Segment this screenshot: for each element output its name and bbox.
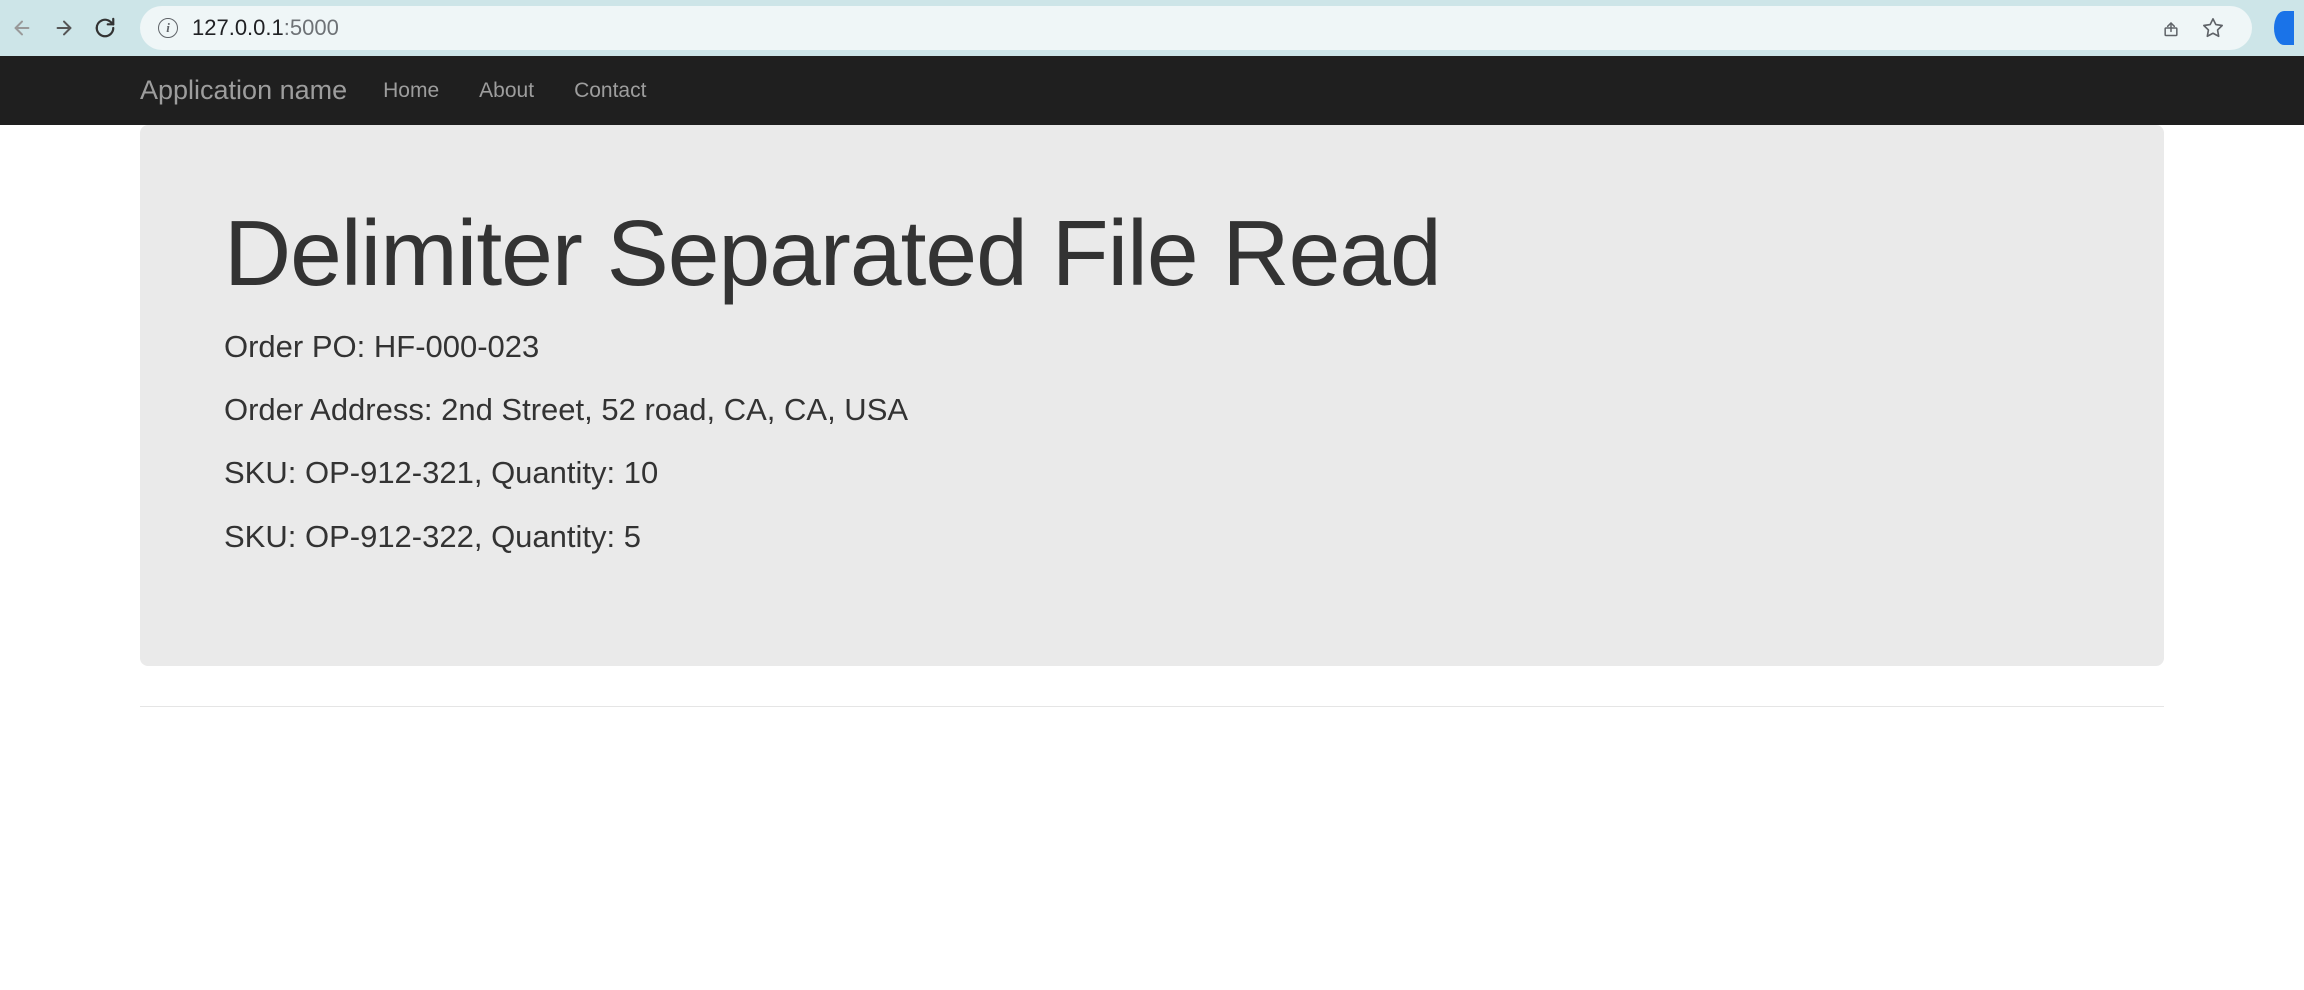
jumbotron: Delimiter Separated File Read Order PO: … <box>140 125 2164 666</box>
share-icon <box>2161 18 2181 38</box>
address-bar-actions <box>2158 17 2234 39</box>
browser-toolbar: i 127.0.0.1:5000 <box>0 0 2304 56</box>
profile-avatar[interactable] <box>2274 11 2294 45</box>
star-icon <box>2202 17 2224 39</box>
main-navbar: Application name Home About Contact <box>0 56 2304 125</box>
sku-line-2: SKU: OP-912-322, Quantity: 5 <box>224 515 2080 558</box>
reload-icon <box>94 17 116 39</box>
nav-link-about[interactable]: About <box>479 79 534 103</box>
reload-button[interactable] <box>94 17 116 39</box>
url-port: :5000 <box>284 15 339 40</box>
url-host: 127.0.0.1 <box>192 15 284 40</box>
url-display: 127.0.0.1:5000 <box>192 15 339 41</box>
nav-links: Home About Contact <box>383 79 646 103</box>
share-button[interactable] <box>2160 17 2182 39</box>
site-info-icon[interactable]: i <box>158 18 178 38</box>
forward-button[interactable] <box>52 16 76 40</box>
order-po-line: Order PO: HF-000-023 <box>224 325 2080 368</box>
order-address-line: Order Address: 2nd Street, 52 road, CA, … <box>224 388 2080 431</box>
section-divider <box>140 706 2164 707</box>
content-wrapper: Delimiter Separated File Read Order PO: … <box>0 125 2304 707</box>
nav-link-contact[interactable]: Contact <box>574 79 646 103</box>
nav-link-home[interactable]: Home <box>383 79 439 103</box>
bookmark-button[interactable] <box>2202 17 2224 39</box>
sku-line-1: SKU: OP-912-321, Quantity: 10 <box>224 451 2080 494</box>
app-brand[interactable]: Application name <box>140 75 347 106</box>
arrow-left-icon <box>11 17 33 39</box>
nav-arrows <box>10 16 116 40</box>
address-bar[interactable]: i 127.0.0.1:5000 <box>140 6 2252 50</box>
page-title: Delimiter Separated File Read <box>224 205 2080 303</box>
back-button[interactable] <box>10 16 34 40</box>
arrow-right-icon <box>53 17 75 39</box>
